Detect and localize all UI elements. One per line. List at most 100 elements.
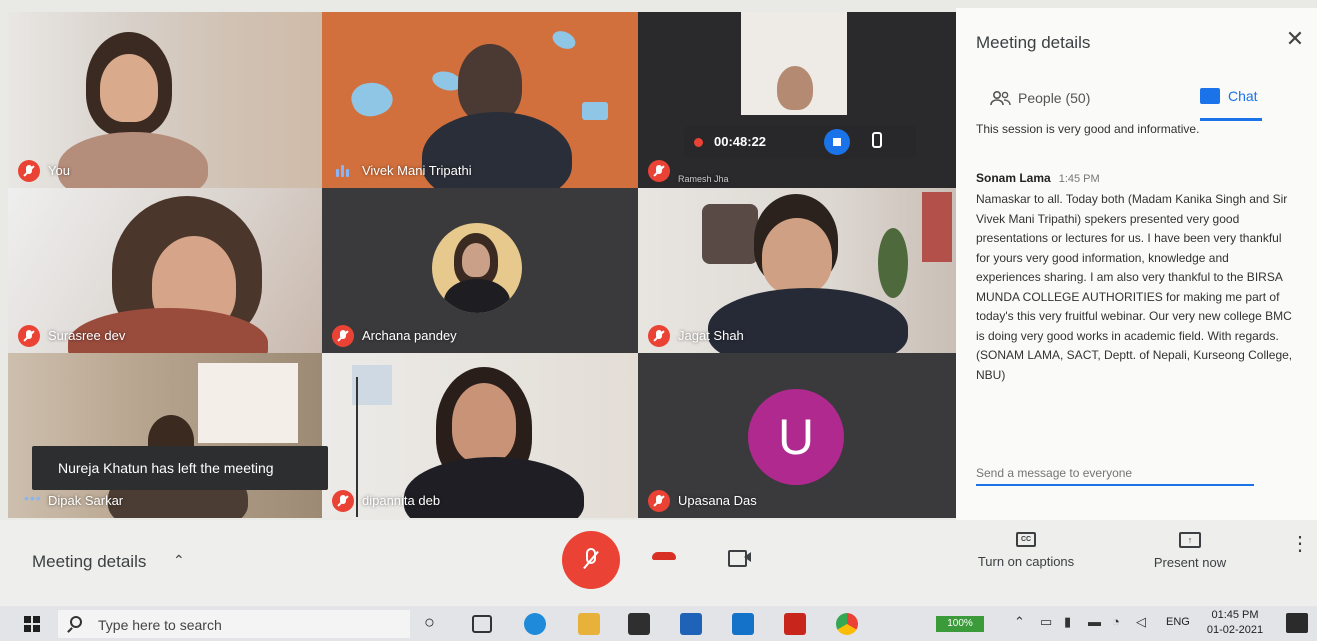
captions-icon: CC [1016, 532, 1036, 547]
mic-off-icon [648, 325, 670, 347]
chat-sender: Sonam Lama 1:45 PM [976, 171, 1100, 185]
taskbar: Type here to search ○ 100% ⌃ ▭ ▮ ▬ ◔ ◁ E… [0, 606, 1317, 641]
tab-chat[interactable]: Chat [1200, 88, 1258, 116]
participant-tile-ramesh[interactable]: 00:48:22 Ramesh Jha [638, 12, 956, 188]
participant-name: Jagat Shah [678, 328, 744, 343]
wall-poster [198, 363, 298, 443]
camera-toggle-button[interactable] [728, 548, 752, 567]
cortana-icon[interactable]: ○ [424, 612, 435, 633]
microphone-toggle-button[interactable] [562, 531, 620, 589]
meeting-details-button[interactable]: Meeting details [32, 552, 146, 572]
avatar-face [462, 243, 490, 277]
windows-start-icon[interactable] [24, 616, 40, 632]
present-icon: ↑ [1179, 532, 1201, 548]
participant-tile-surasree[interactable]: Surasree dev [8, 188, 322, 353]
taskbar-clock[interactable]: 01:45 PM 01-02-2021 [1200, 608, 1270, 638]
participant-name: Upasana Das [678, 493, 757, 508]
avatar-body [444, 279, 510, 313]
participant-video [741, 12, 847, 115]
participant-avatar [432, 223, 522, 313]
volume-icon[interactable]: ◁ [1136, 614, 1146, 630]
chat-timestamp: 1:45 PM [1058, 173, 1100, 185]
chat-message-input[interactable] [976, 462, 1254, 486]
mic-off-icon [18, 160, 40, 182]
participant-avatar: U [748, 389, 844, 485]
left-meeting-toast: Nureja Khatun has left the meeting [32, 446, 328, 490]
mail-icon[interactable] [680, 613, 702, 635]
recording-bar: 00:48:22 [684, 125, 916, 159]
present-now-button[interactable]: ↑ Present now [1140, 532, 1240, 578]
wall-decoration [347, 76, 397, 122]
participant-tile-dipannita[interactable]: dipannita deb [322, 353, 638, 518]
participant-body [404, 457, 584, 518]
participant-tile-you[interactable]: You [8, 12, 322, 188]
wifi-icon[interactable]: ◔ [1112, 614, 1120, 629]
mcafee-icon[interactable] [784, 613, 806, 635]
usb-icon[interactable]: ▮ [1064, 614, 1071, 630]
participant-face [452, 383, 516, 463]
wall-decoration [549, 27, 579, 53]
clock-date: 01-02-2021 [1206, 624, 1264, 636]
mic-off-icon [332, 325, 354, 347]
mic-off-icon [648, 160, 670, 182]
wall-painting [922, 192, 952, 262]
participant-name: Archana pandey [362, 328, 457, 343]
chrome-icon[interactable] [836, 613, 858, 635]
meeting-details-panel: Meeting details ✕ People (50) Chat This … [956, 8, 1317, 520]
control-bar: Meeting details ⌃ CC Turn on captions ↑ … [0, 520, 1317, 606]
audio-level-icon [336, 165, 350, 177]
participant-name: You [48, 163, 70, 178]
notification-icon[interactable] [1286, 613, 1308, 633]
battery-indicator[interactable]: 100% [936, 616, 984, 632]
mic-off-icon [648, 490, 670, 512]
stop-recording-button[interactable] [824, 129, 850, 155]
participant-face [100, 54, 158, 122]
participant-tile-dipak[interactable]: ••• Dipak Sarkar [8, 353, 322, 518]
chat-sender-name: Sonam Lama [976, 171, 1051, 185]
participant-tile-vivek[interactable]: Vivek Mani Tripathi [322, 12, 638, 188]
participant-tile-archana[interactable]: Archana pandey [322, 188, 638, 353]
participant-tile-jagat[interactable]: Jagat Shah [638, 188, 956, 353]
taskbar-search-box[interactable]: Type here to search [58, 610, 410, 638]
wall-picture [352, 365, 392, 405]
mic-off-icon [18, 325, 40, 347]
chat-message-text: Namaskar to all. Today both (Madam Kanik… [976, 192, 1293, 382]
plant [878, 228, 908, 298]
app-l-icon[interactable] [732, 613, 754, 635]
panel-title: Meeting details [976, 33, 1091, 52]
tab-people-label: People (50) [1018, 90, 1091, 106]
participant-name: Dipak Sarkar [48, 493, 124, 508]
video-grid: You Vivek Mani Tripathi 00:48:22 Ramesh … [8, 12, 956, 518]
task-view-icon[interactable] [472, 615, 492, 633]
participant-name: Ramesh Jha [678, 174, 729, 184]
network-icon[interactable]: ▭ [1040, 614, 1052, 630]
power-icon[interactable]: ▬ [1088, 614, 1101, 629]
close-icon[interactable]: ✕ [1282, 26, 1308, 52]
chat-icon [1200, 88, 1220, 104]
participant-name: Vivek Mani Tripathi [362, 163, 472, 178]
mic-icon[interactable] [868, 132, 882, 152]
participant-face [762, 218, 832, 294]
edge-icon[interactable] [524, 613, 546, 635]
search-icon [70, 616, 82, 628]
participant-body [708, 288, 908, 353]
more-dots-icon: ••• [24, 490, 42, 506]
tab-people[interactable]: People (50) [990, 90, 1090, 114]
captions-button[interactable]: CC Turn on captions [966, 532, 1086, 578]
participant-tile-upasana[interactable]: U Upasana Das [638, 353, 956, 518]
recording-timer: 00:48:22 [714, 134, 767, 149]
cable [356, 377, 358, 517]
chevron-up-icon[interactable]: ⌃ [1014, 614, 1025, 630]
chevron-up-icon[interactable]: ⌃ [173, 552, 185, 569]
file-explorer-icon[interactable] [578, 613, 600, 635]
more-options-icon[interactable]: ⋮ [1290, 534, 1310, 568]
chat-message-previous: This session is very good and informativ… [976, 122, 1200, 136]
participant-name: Surasree dev [48, 328, 126, 343]
hang-up-button[interactable] [650, 548, 680, 564]
clock-time: 01:45 PM [1211, 609, 1259, 621]
wall-decoration [702, 204, 758, 264]
people-icon [990, 90, 1012, 106]
participant-face [458, 44, 522, 122]
language-indicator[interactable]: ENG [1166, 616, 1190, 628]
store-icon[interactable] [628, 613, 650, 635]
